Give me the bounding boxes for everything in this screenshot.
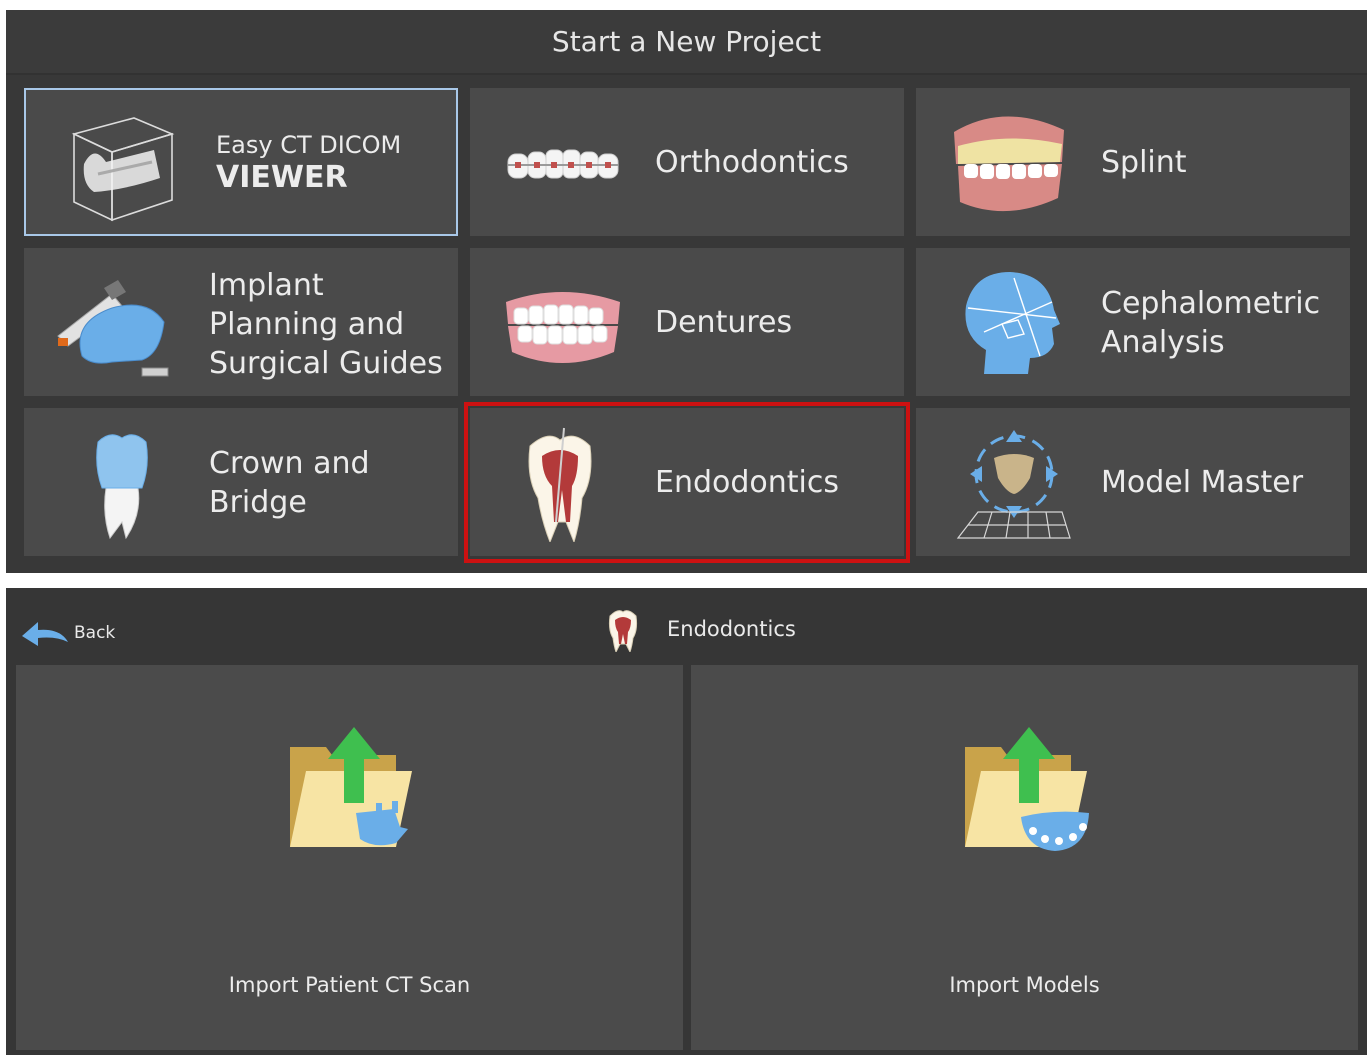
ct-cube-jaw-icon <box>71 117 175 222</box>
braces-teeth-icon <box>507 149 619 179</box>
tile-endodontics[interactable]: Endodontics <box>470 408 904 556</box>
tile-label: Dentures <box>655 305 793 340</box>
tile-label: Orthodontics <box>655 145 849 180</box>
tile-label: Splint <box>1101 145 1187 180</box>
tile-label: Model Master <box>1101 465 1304 500</box>
tile-implant-planning[interactable]: Implant Planning and Surgical Guides <box>24 248 458 396</box>
tile-cephalometric-analysis[interactable]: Cephalometric Analysis <box>916 248 1350 396</box>
tile-label: Crown and Bridge <box>209 446 370 520</box>
tile-label-line2: VIEWER <box>216 160 348 195</box>
panel-title: Start a New Project <box>6 10 1367 75</box>
dentures-icon <box>506 292 620 363</box>
back-arrow-icon <box>22 622 68 646</box>
endodontics-import-panel: Back Endodontics Import Patient CT Scan … <box>6 588 1367 1055</box>
cephalometric-head-icon <box>965 272 1060 374</box>
import-patient-ct-scan-button[interactable]: Import Patient CT Scan <box>16 665 683 1050</box>
endodontic-tooth-icon <box>528 427 592 542</box>
surgical-guide-icon <box>57 280 169 377</box>
tile-label-line1: Easy CT DICOM <box>216 131 402 159</box>
splint-jaw-icon <box>954 116 1064 212</box>
tile-splint[interactable]: Splint <box>916 88 1350 236</box>
import-models-folder-icon <box>965 727 1089 851</box>
tile-model-master[interactable]: Model Master <box>916 408 1350 556</box>
card-label: Import Models <box>949 973 1100 997</box>
tile-label: Cephalometric Analysis <box>1101 286 1321 360</box>
card-label: Import Patient CT Scan <box>228 973 471 997</box>
back-label: Back <box>74 623 116 643</box>
tile-label: Endodontics <box>655 465 839 500</box>
section-title: Endodontics <box>667 617 796 641</box>
import-models-button[interactable]: Import Models <box>691 665 1358 1050</box>
tile-crown-and-bridge[interactable]: Crown and Bridge <box>24 408 458 556</box>
import-ct-folder-icon <box>290 727 412 847</box>
tile-dentures[interactable]: Dentures <box>470 248 904 396</box>
back-button[interactable]: Back <box>20 618 115 648</box>
crown-tooth-icon <box>96 434 148 540</box>
endodontic-tooth-icon <box>608 610 638 652</box>
model-master-icon <box>956 430 1071 539</box>
tile-easy-ct-dicom-viewer[interactable]: Easy CT DICOM VIEWER <box>24 88 458 236</box>
tile-label: Implant Planning and Surgical Guides <box>209 268 443 381</box>
tile-orthodontics[interactable]: Orthodontics <box>470 88 904 236</box>
new-project-panel: Start a New Project Easy CT DICOM VIEWER <box>6 10 1367 573</box>
section-header: Endodontics <box>606 606 796 652</box>
